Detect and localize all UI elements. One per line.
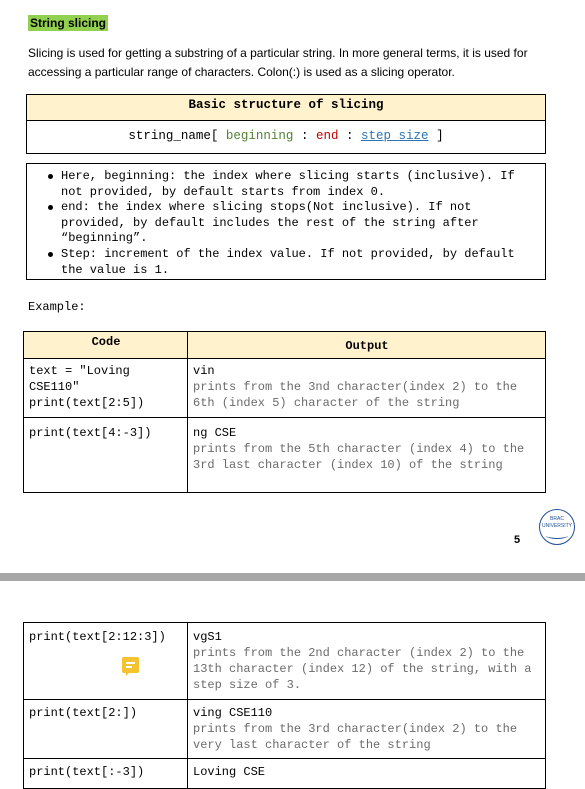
syntax-colon-2: : [346, 129, 354, 143]
bullet-step: Step: increment of the index value. If n… [48, 247, 537, 278]
syntax-end: end [315, 129, 339, 143]
output-note: prints from the 5th character (index 4) … [193, 442, 525, 472]
code-cell: text = "Loving CSE110" print(text[2:5]) [23, 358, 188, 418]
page-number: 5 [514, 534, 521, 546]
bullet-end: end: the index where slicing stops(Not i… [48, 200, 537, 247]
example-table: Code Output text = "Loving CSE110" print… [23, 331, 546, 493]
output-cell: ng CSE prints from the 5th character (in… [187, 417, 546, 493]
intro-paragraph: Slicing is used for getting a substring … [28, 46, 528, 79]
output-cell: vin prints from the 3nd character(index … [187, 358, 546, 418]
output-note: prints from the 3nd character(index 2) t… [193, 380, 518, 410]
code-cell: print(text[4:-3]) [23, 417, 188, 493]
bullet-beginning: Here, beginning: the index where slicing… [48, 169, 537, 200]
output-value: Loving CSE [193, 765, 266, 779]
output-cell: Loving CSE [187, 758, 546, 789]
parameter-explanations: Here, beginning: the index where slicing… [26, 163, 546, 280]
syntax-beginning: beginning [225, 129, 294, 143]
code-cell: print(text[2:]) [23, 699, 188, 759]
syntax-name: string_name[ [128, 129, 219, 143]
logo-text: BRAC UNIVERSITY [541, 516, 572, 529]
section-title: String slicing [28, 15, 109, 31]
logo-wave-icon [546, 532, 568, 539]
code-header: Code [23, 331, 188, 359]
code-cell: print(text[:-3]) [23, 758, 188, 789]
university-logo: BRAC UNIVERSITY [539, 509, 575, 545]
syntax-step: step_size [361, 129, 429, 143]
code-cell: print(text[2:12:3]) [23, 622, 188, 700]
output-value: ving CSE110 [193, 706, 273, 720]
comment-icon-tail [126, 672, 130, 676]
syntax-line: string_name[ beginning : end : step_size… [26, 120, 546, 154]
output-cell: vgS1 prints from the 2nd character (inde… [187, 622, 546, 700]
table-row: print(text[:-3]) Loving CSE [23, 758, 546, 789]
output-note: prints from the 3rd character(index 2) t… [193, 722, 518, 752]
page-1: String slicing Slicing is used for getti… [0, 0, 585, 573]
output-value: ng CSE [193, 426, 237, 440]
structure-heading: Basic structure of slicing [26, 94, 546, 121]
table-row: print(text[4:-3]) ng CSE prints from the… [23, 417, 546, 493]
output-note: prints from the 2nd character (index 2) … [193, 646, 532, 692]
example-label: Example: [28, 300, 86, 314]
syntax-colon-1: : [300, 129, 309, 143]
output-value: vgS1 [193, 630, 222, 644]
syntax-close: ] [436, 129, 444, 143]
comment-icon[interactable] [122, 657, 139, 673]
table-row: print(text[2:]) ving CSE110 prints from … [23, 699, 546, 759]
page-separator [0, 573, 585, 581]
output-cell: ving CSE110 prints from the 3rd characte… [187, 699, 546, 759]
table-row: text = "Loving CSE110" print(text[2:5]) … [23, 358, 546, 418]
example-table-continued: print(text[2:12:3]) vgS1 prints from the… [23, 622, 546, 789]
output-value: vin [193, 364, 215, 378]
output-header: Output [187, 331, 546, 359]
table-row: print(text[2:12:3]) vgS1 prints from the… [23, 622, 546, 700]
